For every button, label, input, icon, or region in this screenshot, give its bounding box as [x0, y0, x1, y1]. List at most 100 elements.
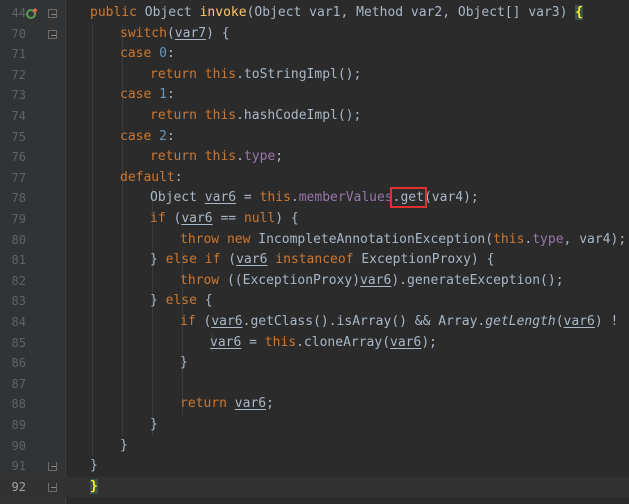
code-line[interactable]: 89}: [0, 415, 629, 436]
fold-toggle-icon[interactable]: [48, 29, 57, 39]
code-token: switch: [120, 25, 167, 41]
code-text: return this.hashCodeImpl();: [150, 106, 361, 127]
code-line[interactable]: 86}: [0, 353, 629, 374]
code-editor[interactable]: 44 public Object invoke(Object var1, Meth…: [0, 0, 629, 504]
line-number: 91: [11, 459, 26, 474]
code-token: ) !: [594, 314, 619, 329]
code-line[interactable]: 71 case 0:: [0, 44, 629, 65]
code-text: throw new IncompleteAnnotationException(…: [180, 230, 626, 251]
code-token: if: [150, 211, 174, 226]
code-token: Object: [144, 5, 192, 20]
code-line[interactable]: 91}: [0, 456, 629, 477]
code-token: ).generateException();: [391, 272, 564, 288]
code-line[interactable]: 74 return this.hashCodeImpl();: [0, 106, 629, 127]
code-line[interactable]: 83} else {: [0, 291, 629, 312]
code-text: case 1:: [120, 85, 175, 106]
code-token: (: [166, 25, 175, 41]
line-number: 81: [11, 253, 26, 268]
code-token: ExceptionProxy) {: [361, 252, 495, 268]
code-text: } else if (var6 instanceof ExceptionProx…: [150, 250, 494, 271]
code-token: throw new: [180, 231, 259, 247]
code-line[interactable]: 85 var6 = this.cloneArray(var6);: [0, 333, 629, 354]
line-number: 73: [11, 88, 26, 103]
code-token: .hashCodeImpl();: [236, 108, 362, 123]
code-token: return: [180, 396, 235, 412]
line-number: 71: [11, 47, 26, 62]
code-line[interactable]: 76 return this.type;: [0, 147, 629, 168]
code-token: :: [174, 169, 183, 185]
code-text: }: [90, 456, 98, 477]
override-marker-icon[interactable]: [26, 7, 38, 19]
code-token: if: [180, 314, 204, 329]
code-token: ) {: [206, 25, 230, 41]
code-line[interactable]: 44 public Object invoke(Object var1, Meth…: [0, 3, 629, 24]
code-line[interactable]: 77 default:: [0, 168, 629, 189]
code-token: instanceof: [275, 252, 362, 268]
code-token: var6: [563, 314, 595, 329]
code-line[interactable]: 90}: [0, 436, 629, 457]
code-line[interactable]: 88 return var6;: [0, 394, 629, 415]
code-token: else: [165, 293, 205, 309]
code-token: ((ExceptionProxy): [226, 272, 361, 288]
code-line[interactable]: 81} else if (var6 instanceof ExceptionPr…: [0, 250, 629, 271]
code-token: 1: [159, 87, 167, 103]
code-line[interactable]: 75 case 2:: [0, 127, 629, 148]
code-text: return this.toStringImpl();: [150, 65, 361, 86]
code-token: var6: [204, 190, 237, 206]
code-line[interactable]: 70 switch(var7) {: [0, 24, 629, 45]
code-token: {: [575, 5, 584, 20]
code-token: .toStringImpl();: [236, 66, 362, 82]
code-token: IncompleteAnnotationException(: [258, 231, 494, 247]
code-text: return var6;: [180, 394, 274, 415]
code-text: switch(var7) {: [120, 24, 230, 45]
line-number: 82: [11, 273, 26, 288]
code-token: var6: [360, 272, 392, 288]
code-text: if (var6 == null) {: [150, 209, 299, 230]
code-token: (: [228, 252, 237, 268]
code-line[interactable]: 80 throw new IncompleteAnnotationExceptio…: [0, 230, 629, 251]
code-token: var6: [390, 334, 422, 350]
code-token: }: [90, 478, 98, 494]
code-line[interactable]: 73 case 1:: [0, 85, 629, 106]
code-token: .: [290, 190, 299, 206]
code-token: return: [150, 108, 205, 123]
line-number: 80: [11, 232, 26, 247]
code-token: else if: [165, 252, 229, 268]
line-number: 75: [11, 129, 26, 144]
code-line[interactable]: 82 throw ((ExceptionProxy)var6).generateE…: [0, 271, 629, 292]
fold-toggle-icon[interactable]: [48, 462, 57, 472]
fold-toggle-icon[interactable]: [48, 9, 57, 18]
code-line[interactable]: 79 if (var6 == null) {: [0, 209, 629, 230]
code-token: }: [120, 437, 128, 453]
code-text: }: [150, 415, 158, 436]
code-token: );: [421, 334, 437, 350]
code-token: =: [236, 190, 260, 206]
code-token: 0: [159, 46, 167, 62]
code-line[interactable]: 72 return this.toStringImpl();: [0, 65, 629, 86]
code-token: case: [120, 46, 160, 62]
code-text: }: [180, 353, 188, 374]
code-token: type: [532, 231, 564, 247]
code-token: var6: [234, 396, 267, 412]
line-number: 84: [11, 315, 26, 329]
code-token: this: [493, 231, 525, 247]
line-number: 74: [11, 109, 26, 123]
line-number: 83: [11, 294, 26, 309]
code-token: }: [150, 252, 166, 268]
code-token: this: [204, 108, 237, 123]
line-number: 90: [11, 438, 26, 453]
fold-toggle-icon[interactable]: [48, 482, 57, 492]
code-token: ;: [266, 396, 274, 412]
code-line[interactable]: 87: [0, 374, 629, 395]
code-token: return: [150, 66, 205, 82]
code-token: }: [180, 355, 188, 371]
code-token: ;: [275, 149, 284, 165]
line-number: 44: [11, 6, 26, 20]
code-token: var6: [236, 252, 268, 268]
code-line[interactable]: 92}: [0, 476, 629, 498]
code-line[interactable]: 84 if (var6.getClass().isArray() && Array…: [0, 312, 629, 333]
code-text: Object var6 = this.memberValues.get(var4…: [150, 187, 479, 209]
code-line[interactable]: 78 Object var6 = this.memberValues.get(va…: [0, 187, 629, 209]
line-number: 89: [11, 418, 26, 432]
